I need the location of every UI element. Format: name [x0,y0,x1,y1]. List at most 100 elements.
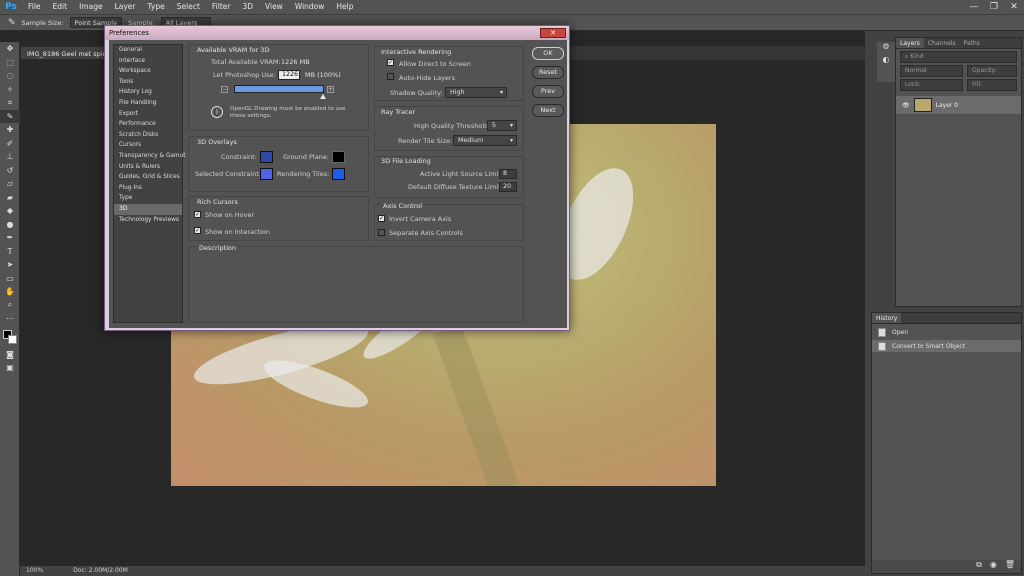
vram-slider-thumb[interactable] [320,94,326,99]
category-item[interactable]: Export [114,109,182,120]
photoshop-use-input[interactable]: 1226 [278,70,300,80]
zoom-level[interactable]: 100% [26,566,43,576]
visibility-eye-icon[interactable]: 👁 [902,102,910,109]
selected-constraint-color-swatch[interactable] [260,168,273,180]
category-item[interactable]: Tools [114,77,182,88]
type-tool-icon[interactable]: T [0,245,20,259]
tab-channels[interactable]: Channels [924,38,960,48]
constraint-color-swatch[interactable] [260,151,273,163]
dialog-title[interactable]: Preferences [105,26,569,40]
layer-name[interactable]: Layer 0 [936,102,958,109]
category-item[interactable]: Plug-Ins [114,183,182,194]
dodge-tool-icon[interactable]: ● [0,218,20,232]
show-on-interaction-label[interactable]: Show on Interaction [205,228,270,236]
layer-kind-filter[interactable]: ⌕ Kind [900,51,1017,63]
category-item[interactable]: Performance [114,119,182,130]
tab-layers[interactable]: Layers [896,38,924,48]
category-item[interactable]: File Handling [114,98,182,109]
invert-camera-label[interactable]: Invert Camera Axis [389,215,451,223]
category-item[interactable]: Transparency & Gamut [114,151,186,162]
doc-size-info[interactable]: Doc: 2.00M/2.00M [73,566,128,576]
color-swatches-icon[interactable] [0,326,20,348]
active-light-input[interactable]: 8 [499,169,517,179]
ground-plane-color-swatch[interactable] [332,151,345,163]
minimize-icon[interactable]: — [964,0,984,14]
category-item[interactable]: History Log [114,87,182,98]
category-item[interactable]: Workspace [114,66,182,77]
next-button[interactable]: Next [532,104,564,117]
snapshot-icon[interactable]: ◉ [990,560,997,573]
category-item[interactable]: Cursors [114,140,182,151]
history-item[interactable]: Open [872,326,1021,338]
slider-plus[interactable]: + [327,86,334,93]
allow-direct-checkbox[interactable]: ✓ [387,59,394,66]
category-item[interactable]: Scratch Disks [114,130,182,141]
gradient-tool-icon[interactable]: ▰ [0,191,20,205]
category-item[interactable]: General [114,45,182,56]
crop-tool-icon[interactable]: ⌗ [0,96,20,110]
menu-view[interactable]: View [259,0,289,14]
healing-brush-tool-icon[interactable]: ✚ [0,123,20,137]
history-item[interactable]: Convert to Smart Object [872,340,1021,352]
menu-edit[interactable]: Edit [47,0,74,14]
separate-axis-checkbox[interactable] [378,229,385,236]
category-item[interactable]: Technology Previews [114,215,182,226]
more-tools-icon[interactable]: ⋯ [0,312,20,326]
layer-row[interactable]: 👁 Layer 0 [896,96,1021,114]
menu-select[interactable]: Select [171,0,206,14]
rendering-tiles-color-swatch[interactable] [332,168,345,180]
show-on-hover-checkbox[interactable]: ✓ [194,211,201,218]
allow-direct-label[interactable]: Allow Direct to Screen [399,60,471,68]
properties-icon[interactable]: ⚙ [877,42,895,55]
path-select-tool-icon[interactable]: ➤ [0,258,20,272]
quick-select-tool-icon[interactable]: ✧ [0,83,20,97]
clone-stamp-tool-icon[interactable]: ⊥ [0,150,20,164]
new-document-icon[interactable]: ⧉ [976,560,982,573]
tab-paths[interactable]: Paths [960,38,984,48]
eraser-tool-icon[interactable]: ▱ [0,177,20,191]
default-diffuse-input[interactable]: 20 [499,182,517,192]
tile-size-dropdown[interactable]: Medium ▾ [453,135,517,146]
invert-camera-checkbox[interactable]: ✓ [378,215,385,222]
opacity-field[interactable]: Opacity: [967,65,1017,77]
menu-layer[interactable]: Layer [109,0,142,14]
blur-tool-icon[interactable]: ◆ [0,204,20,218]
hq-threshold-dropdown[interactable]: 5 ▾ [487,120,517,131]
history-brush-tool-icon[interactable]: ↺ [0,164,20,178]
category-item[interactable]: Type [114,193,182,204]
slider-minus[interactable]: − [221,86,228,93]
category-item[interactable]: Units & Rulers [114,162,182,173]
menu-image[interactable]: Image [73,0,109,14]
menu-3d[interactable]: 3D [236,0,259,14]
dialog-close-button[interactable]: ✕ [540,28,566,38]
rectangle-tool-icon[interactable]: ▭ [0,272,20,286]
separate-axis-label[interactable]: Separate Axis Controls [389,229,463,237]
blend-mode-dropdown[interactable]: Normal [900,65,963,77]
prev-button[interactable]: Prev [532,85,564,98]
auto-hide-label[interactable]: Auto-Hide Layers [399,74,455,82]
history-title[interactable]: History [872,313,902,323]
lasso-tool-icon[interactable]: ◌ [0,69,20,83]
zoom-tool-icon[interactable]: ⌕ [0,299,20,313]
lock-controls[interactable]: Lock: [900,79,963,91]
marquee-tool-icon[interactable]: ⬚ [0,56,20,70]
vram-slider-track[interactable] [234,85,324,93]
close-icon[interactable]: ✕ [1004,0,1024,14]
move-tool-icon[interactable]: ✥ [0,42,20,56]
show-on-hover-label[interactable]: Show on Hover [205,211,254,219]
menu-help[interactable]: Help [330,0,359,14]
quick-mask-icon[interactable]: ◙ [0,348,20,362]
hand-tool-icon[interactable]: ✋ [0,285,20,299]
pen-tool-icon[interactable]: ✒ [0,231,20,245]
fill-field[interactable]: Fill: [967,79,1017,91]
screen-mode-icon[interactable]: ▣ [0,361,20,375]
auto-hide-checkbox[interactable] [387,73,394,80]
category-item-3d[interactable]: 3D [114,203,182,215]
eyedropper-icon[interactable]: ✎ [8,18,16,28]
restore-icon[interactable]: ❐ [984,0,1004,14]
menu-type[interactable]: Type [142,0,171,14]
show-on-interaction-checkbox[interactable]: ✓ [194,227,201,234]
trash-icon[interactable]: 🗑 [1005,560,1015,573]
brush-tool-icon[interactable]: ✐ [0,137,20,151]
shadow-quality-dropdown[interactable]: High ▾ [445,87,507,98]
